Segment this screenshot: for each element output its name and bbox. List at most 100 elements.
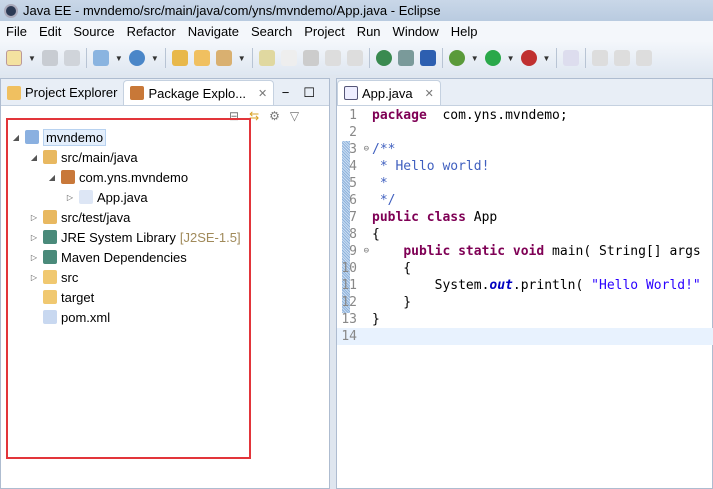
link-editor-icon[interactable]: ⇆	[249, 109, 259, 123]
tree-item[interactable]: ◢ com.yns.mvndemo	[11, 167, 241, 187]
code-line: 2	[337, 124, 713, 141]
tree-item-label: src	[61, 269, 79, 285]
tree-item[interactable]: ◢ src/main/java	[11, 147, 241, 167]
open-type-icon[interactable]	[171, 50, 188, 66]
collapsed-icon[interactable]: ▷	[29, 253, 39, 262]
save-icon[interactable]	[41, 50, 58, 66]
code-token: out	[489, 278, 513, 293]
code-token: {	[372, 227, 380, 242]
tree-item[interactable]: ▷ src/test/java	[11, 207, 241, 227]
collapsed-icon[interactable]: ▷	[65, 193, 75, 202]
tree-item[interactable]: target	[11, 287, 241, 307]
code-line: 4 * Hello world!	[337, 158, 713, 175]
source-folder-icon	[43, 210, 57, 224]
line-number: 3 ⊖	[349, 142, 369, 157]
skip-breakpoints-icon[interactable]	[563, 50, 580, 66]
menu-search[interactable]: Search	[245, 24, 298, 39]
library-icon	[43, 250, 57, 264]
globe-icon[interactable]	[375, 50, 392, 66]
menu-navigate[interactable]: Navigate	[182, 24, 245, 39]
menu-bar: File Edit Source Refactor Navigate Search Proj…	[0, 21, 713, 41]
tree-item-label: JRE System Library	[61, 229, 176, 245]
menu-window[interactable]: Window	[387, 24, 445, 39]
monitor-icon[interactable]	[419, 50, 436, 66]
code-token: package	[372, 108, 427, 123]
tree-item[interactable]: ◢ mvndemo	[11, 127, 241, 147]
minimize-icon[interactable]: −	[282, 85, 290, 100]
code-token: }	[372, 312, 380, 327]
collapsed-icon[interactable]: ▷	[29, 233, 39, 242]
code-editor[interactable]: 1 package com.yns.mvndemo; 2 3 ⊖/** 4 * Hello…	[337, 107, 713, 345]
tree-item[interactable]: pom.xml	[11, 307, 241, 327]
expanded-icon[interactable]: ◢	[29, 153, 39, 162]
close-icon[interactable]: ✕	[425, 87, 434, 100]
run-icon[interactable]	[484, 50, 501, 66]
tab-package-explorer[interactable]: Package Explo... ✕	[123, 80, 275, 105]
paragraph-icon[interactable]	[346, 50, 363, 66]
java-file-icon	[344, 86, 358, 100]
code-token: }	[372, 295, 412, 310]
web-service-icon[interactable]	[397, 50, 414, 66]
collapse-all-icon[interactable]: ⊟	[229, 109, 239, 123]
collapsed-icon[interactable]: ▷	[29, 273, 39, 282]
resume-icon[interactable]	[592, 50, 609, 66]
open-folder-icon[interactable]	[193, 50, 210, 66]
search-icon[interactable]	[215, 50, 232, 66]
new-icon[interactable]	[6, 50, 22, 66]
new-server-icon[interactable]	[92, 50, 109, 66]
java-file-icon	[79, 190, 93, 204]
menu-refactor[interactable]: Refactor	[121, 24, 182, 39]
new-class-icon[interactable]	[128, 50, 145, 66]
maximize-icon[interactable]: ☐	[303, 85, 315, 101]
pen-icon[interactable]	[280, 50, 297, 66]
show-whitespace-icon[interactable]	[324, 50, 341, 66]
code-line: 7 public class App	[337, 209, 713, 226]
expanded-icon[interactable]: ◢	[11, 133, 21, 142]
tab-app-java[interactable]: App.java ✕	[337, 80, 441, 105]
code-line: 12 }	[337, 294, 713, 311]
menu-help[interactable]: Help	[445, 24, 484, 39]
close-icon[interactable]: ✕	[258, 87, 267, 100]
menu-source[interactable]: Source	[67, 24, 120, 39]
line-number: 7	[349, 210, 357, 225]
tree-item[interactable]: ▷ App.java	[11, 187, 241, 207]
annotation-icon[interactable]	[302, 50, 319, 66]
project-explorer-icon	[7, 85, 21, 100]
tree-item[interactable]: ▷ Maven Dependencies	[11, 247, 241, 267]
maven-file-icon	[43, 310, 57, 324]
save-all-icon[interactable]	[63, 50, 80, 66]
code-line: 13}	[337, 311, 713, 328]
suspend-icon[interactable]	[614, 50, 631, 66]
toggle-mark-icon[interactable]	[258, 50, 275, 66]
menu-edit[interactable]: Edit	[33, 24, 67, 39]
code-line: 5 *	[337, 175, 713, 192]
collapsed-icon[interactable]: ▷	[29, 213, 39, 222]
external-tools-icon[interactable]	[520, 50, 537, 66]
tree-item-label: App.java	[97, 189, 148, 205]
code-token: com.yns.mvndemo;	[426, 108, 568, 123]
fold-icon[interactable]: ⊖	[364, 144, 369, 154]
menu-file[interactable]: File	[0, 24, 33, 39]
tab-project-explorer[interactable]: Project Explorer	[1, 80, 123, 105]
terminate-icon[interactable]	[636, 50, 653, 66]
fold-icon[interactable]: ⊖	[364, 246, 369, 256]
tree-item[interactable]: ▷ JRE System Library [J2SE-1.5]	[11, 227, 241, 247]
menu-project[interactable]: Project	[298, 24, 350, 39]
jre-version-label: [J2SE-1.5]	[179, 229, 241, 245]
code-token: class	[426, 210, 466, 225]
package-icon	[61, 170, 75, 184]
code-line: 10 {	[337, 260, 713, 277]
menu-run[interactable]: Run	[351, 24, 387, 39]
line-number: 5	[349, 176, 357, 191]
line-number: 14	[341, 329, 357, 344]
filter-icon[interactable]: ⚙	[269, 109, 280, 123]
code-token: System.	[372, 278, 490, 293]
line-number: 10	[341, 261, 357, 276]
code-token: "Hello World!"	[591, 278, 701, 293]
title-bar: Java EE - mvndemo/src/main/java/com/yns/…	[0, 0, 713, 21]
view-menu-icon[interactable]: ▽	[290, 109, 299, 123]
tree-item[interactable]: ▷ src	[11, 267, 241, 287]
expanded-icon[interactable]: ◢	[47, 173, 57, 182]
line-number: 13	[341, 312, 357, 327]
debug-icon[interactable]	[448, 50, 465, 66]
